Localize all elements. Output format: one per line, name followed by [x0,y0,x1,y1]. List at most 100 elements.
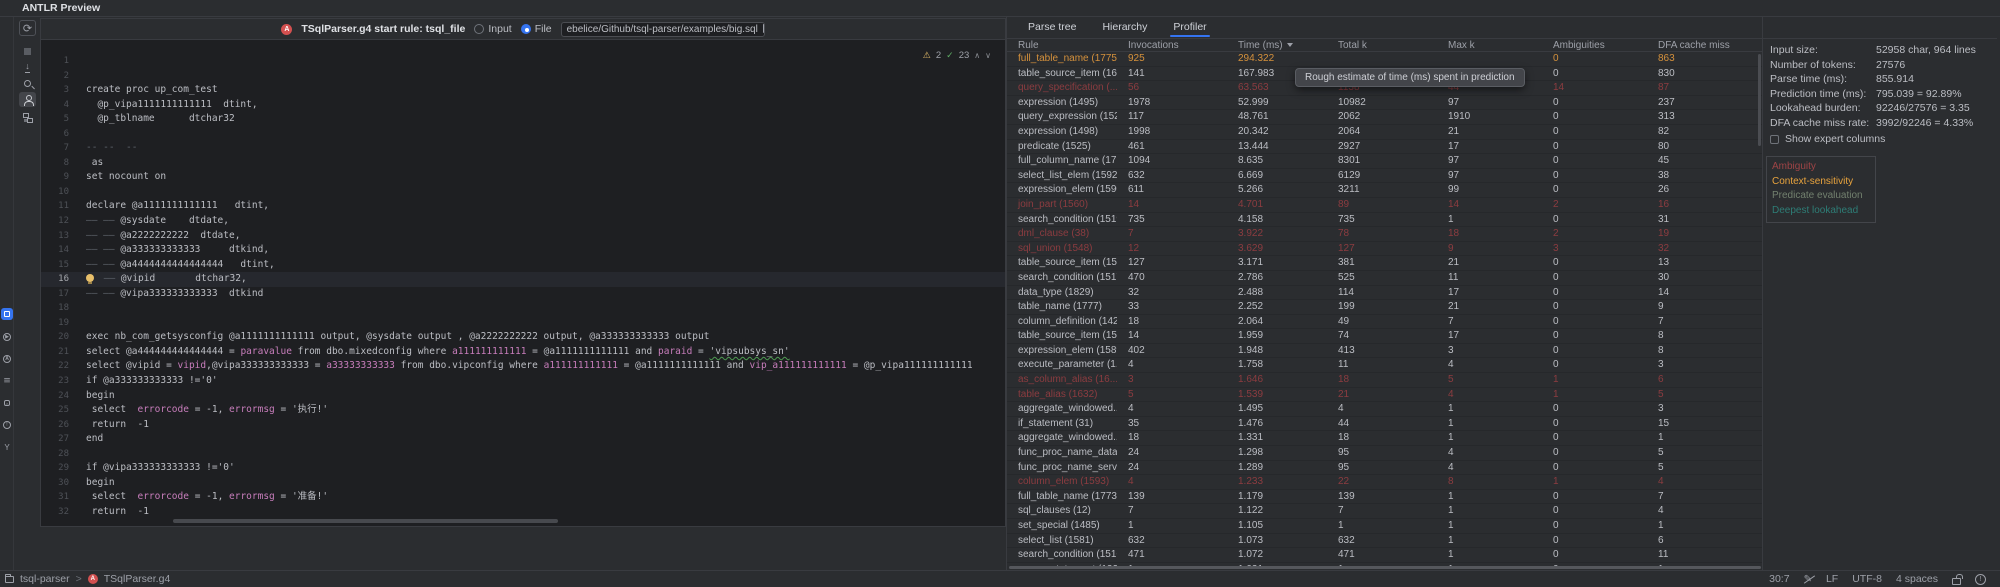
table-row[interactable]: query_expression (1527)11748.76120621910… [1007,110,1763,125]
encoding[interactable]: UTF-8 [1852,573,1882,585]
table-row[interactable]: table_alias (1632)51.53921415 [1007,388,1763,403]
expert-columns-checkbox[interactable]: Show expert columns [1770,133,1885,145]
antlr-logo-icon[interactable]: A [1,353,13,365]
save-icon[interactable]: ↓ [19,60,36,75]
column-header[interactable]: Ambiguities [1542,40,1647,51]
table-row[interactable]: table_source_item (15...141.959741708 [1007,329,1763,344]
chevron-up-icon[interactable]: ∧ [974,51,980,60]
table-row[interactable]: sql_union (1548)123.6291279332 [1007,242,1763,257]
code-line[interactable]: 12—— —— @sysdate dtdate, [41,214,1005,229]
code-line[interactable]: 1 [41,54,1005,69]
code-line[interactable]: 11declare @a1111111111111 dtint, [41,199,1005,214]
profiler-icon[interactable] [19,92,36,107]
table-row[interactable]: column_definition (1421)182.06449707 [1007,315,1763,330]
table-row[interactable]: full_table_name (1775)925294.3220863 [1007,52,1763,67]
chevron-down-icon[interactable]: ∨ [985,51,991,60]
code-line[interactable]: 5 @p_tblname dtchar32 [41,112,1005,127]
code-line[interactable]: 26 return -1 [41,418,1005,433]
inspections-widget[interactable]: ⚠2 ✓23 ∧ ∨ [923,50,991,61]
table-row[interactable]: as_column_alias (16...31.64618516 [1007,373,1763,388]
breadcrumb-file[interactable]: TSqlParser.g4 [104,573,171,585]
code-line[interactable]: 17—— —— @vipa333333333333 dtkind [41,287,1005,302]
table-row[interactable]: column_elem (1593)41.23322814 [1007,475,1763,490]
profiler-hscrollbar[interactable] [1009,566,1761,569]
table-row[interactable]: aggregate_windowed...181.33118101 [1007,431,1763,446]
tab-hierarchy[interactable]: Hierarchy [1091,17,1158,37]
editor-hscrollbar[interactable] [173,519,558,523]
table-row[interactable]: execute_parameter (1...41.75811403 [1007,358,1763,373]
indent-setting[interactable]: 4 spaces [1896,573,1938,585]
table-row[interactable]: expression (1495)197852.99910982970237 [1007,96,1763,111]
table-row[interactable]: table_name (1777)332.2521992109 [1007,300,1763,315]
input-radio[interactable]: Input [474,23,511,35]
code-line[interactable]: 29if @vipa333333333333 !='0' [41,461,1005,476]
code-line[interactable]: 14—— —— @a333333333333 dtkind, [41,243,1005,258]
table-row[interactable]: if_statement (31)351.476441015 [1007,417,1763,432]
column-header[interactable]: Rule [1007,40,1117,51]
column-header[interactable]: Time (ms) [1227,40,1327,51]
table-row[interactable]: select_list (1581)6321.073632106 [1007,534,1763,549]
table-row[interactable]: search_condition (1516)4711.0724711011 [1007,548,1763,563]
code-line[interactable]: 23if @a333333333333 !='0' [41,374,1005,389]
code-line[interactable]: 25 select errorcode = -1, errormsg = '执行… [41,403,1005,418]
code-line[interactable]: 28 [41,447,1005,462]
problems-icon[interactable]: ! [1,419,13,431]
folder-icon[interactable] [763,26,765,33]
column-header[interactable]: DFA cache miss [1647,40,1743,51]
table-row[interactable]: aggregate_windowed...41.4954103 [1007,402,1763,417]
hierarchy-icon[interactable] [19,110,36,125]
column-header[interactable]: Max k [1437,40,1542,51]
table-row[interactable]: join_part (1560)144.7018914216 [1007,198,1763,213]
line-ending[interactable]: LF [1826,573,1838,585]
table-row[interactable]: search_condition (1519)7354.1587351031 [1007,213,1763,228]
code-line[interactable]: 3create proc up_com_test [41,83,1005,98]
refresh-icon[interactable]: ⟳ [19,20,36,36]
code-line[interactable]: 32 return -1 [41,505,1005,520]
git-icon[interactable]: Y [1,441,13,453]
code-line[interactable]: 20exec nb_com_getsysconfig @a11111111111… [41,330,1005,345]
code-line[interactable]: 7-- -- -- [41,141,1005,156]
table-row[interactable]: expression_elem (1589)4021.948413308 [1007,344,1763,359]
table-row[interactable]: full_column_name (17...10948.63583019704… [1007,154,1763,169]
code-line[interactable]: 10 [41,185,1005,200]
code-line[interactable]: 24begin [41,389,1005,404]
code-line[interactable]: 16 —— @vipid dtchar32, [41,272,1005,287]
editor[interactable]: 123create proc up_com_test4 @p_vipa11111… [41,40,1005,526]
table-row[interactable]: func_proc_name_serv...241.28995405 [1007,461,1763,476]
code-line[interactable]: 9set nocount on [41,170,1005,185]
code-line[interactable]: 4 @p_vipa1111111111111 dtint, [41,98,1005,113]
column-header[interactable]: Invocations [1117,40,1227,51]
code-line[interactable]: 13—— —— @a2222222222 dtdate, [41,229,1005,244]
tab-profiler[interactable]: Profiler [1162,17,1217,37]
code-line[interactable]: 8 as [41,156,1005,171]
table-row[interactable]: search_condition (1517)4702.78652511030 [1007,271,1763,286]
tab-parse-tree[interactable]: Parse tree [1017,17,1087,37]
code-line[interactable]: 22select @vipid = vipid,@vipa33333333333… [41,359,1005,374]
table-row[interactable]: dml_clause (38)73.9227818219 [1007,227,1763,242]
profiler-vscrollbar[interactable] [1758,54,1761,146]
code-line[interactable]: 30begin [41,476,1005,491]
table-row[interactable]: select_list_elem (1592)6326.669612997038 [1007,169,1763,184]
column-header[interactable]: Total k [1327,40,1437,51]
file-radio[interactable]: File [521,23,552,35]
code-line[interactable]: 6 [41,127,1005,142]
intention-bulb-icon[interactable] [86,274,94,282]
caret-position[interactable]: 30:7 [1769,573,1789,585]
run-icon[interactable]: ▶ [1,331,13,343]
file-path-field[interactable]: ebelice/Github/tsql-parser/examples/big.… [561,22,765,37]
code-line[interactable]: 27end [41,432,1005,447]
error-indicator-icon[interactable]: ! [1975,574,1986,585]
table-row[interactable]: sql_clauses (12)71.1227104 [1007,504,1763,519]
search-icon[interactable] [19,76,36,91]
table-row[interactable]: predicate (1525)46113.444292717080 [1007,140,1763,155]
table-row[interactable]: func_proc_name_data...241.29895405 [1007,446,1763,461]
table-row[interactable]: full_table_name (1773)1391.179139107 [1007,490,1763,505]
antlr-preview-icon[interactable] [1,308,13,320]
terminal-icon[interactable]: > [1,397,13,409]
table-row[interactable]: data_type (1829)322.48811417014 [1007,286,1763,301]
code-line[interactable]: 18 [41,301,1005,316]
editor-code[interactable]: 123create proc up_com_test4 @p_vipa11111… [41,54,1005,520]
table-row[interactable]: expression (1498)199820.342206421082 [1007,125,1763,140]
breadcrumb-project[interactable]: tsql-parser [20,573,70,585]
code-line[interactable]: 2 [41,69,1005,84]
